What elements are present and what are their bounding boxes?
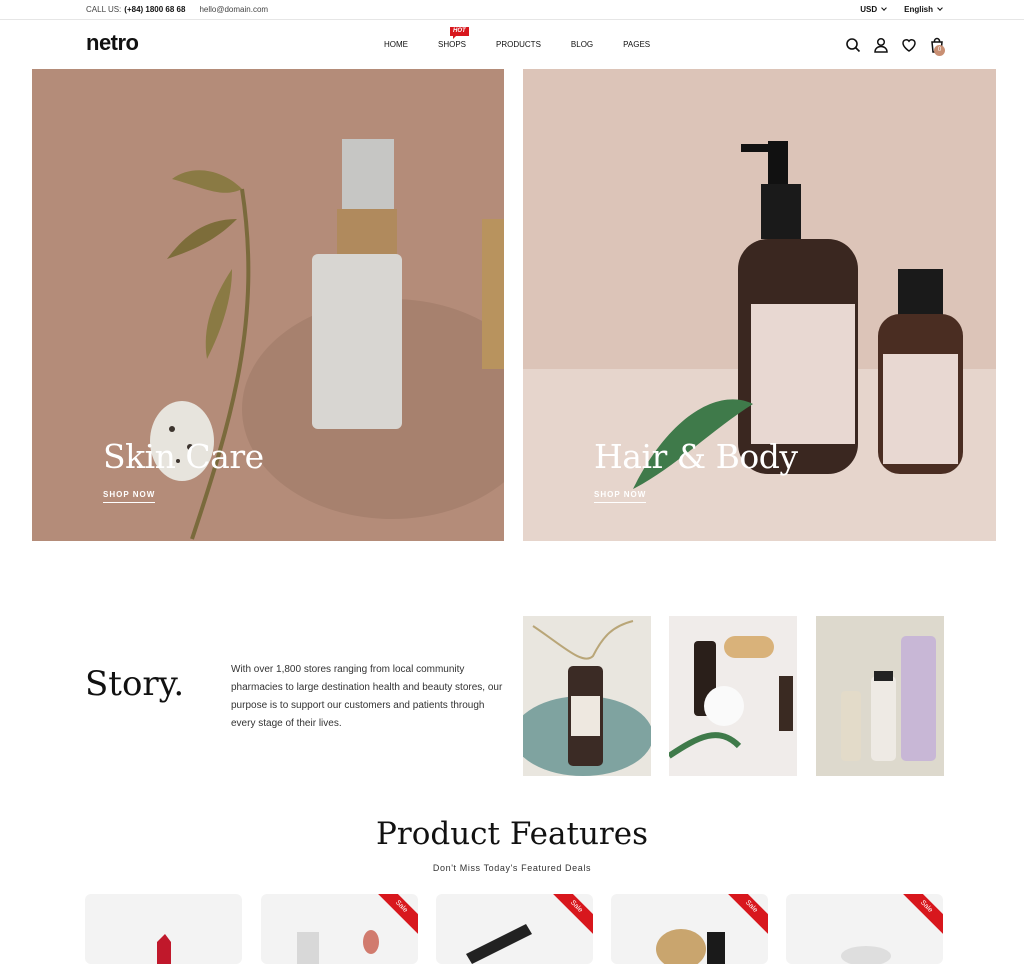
story-image-1[interactable] [523, 616, 651, 776]
nav-products[interactable]: PRODUCTS [496, 40, 541, 49]
search-icon[interactable] [845, 37, 861, 53]
currency-select[interactable]: USD [860, 5, 887, 14]
nav-blog[interactable]: BLOG [571, 40, 593, 49]
wishlist-icon[interactable] [901, 37, 917, 53]
main-nav: HOME HOT SHOPS PRODUCTS BLOG PAGES [384, 27, 650, 49]
story-title: Story. [85, 664, 185, 704]
product-card[interactable]: Sale [786, 894, 943, 964]
phone-number[interactable]: (+84) 1800 68 68 [124, 5, 185, 14]
story-image-3[interactable] [816, 616, 944, 776]
product-card[interactable]: Sale [611, 894, 768, 964]
section-subtitle: Don't Miss Today's Featured Deals [432, 863, 592, 873]
top-bar: CALL US: (+84) 1800 68 68 hello@domain.co… [0, 0, 1024, 20]
banner-title: Hair & Body [594, 437, 798, 476]
hot-badge: HOT [450, 27, 469, 39]
shop-now-link[interactable]: SHOP NOW [103, 490, 156, 503]
product-card[interactable] [85, 894, 242, 964]
nav-home[interactable]: HOME [384, 40, 408, 49]
product-photo [669, 616, 797, 776]
product-photo [816, 616, 944, 776]
product-photo [523, 616, 651, 776]
cart-count-badge: 0 [934, 45, 945, 56]
section-title: Product Features [376, 816, 648, 852]
product-photo [157, 934, 171, 964]
contact-email[interactable]: hello@domain.com [199, 5, 268, 14]
main-header: netro HOME HOT SHOPS PRODUCTS BLOG PAGES … [0, 21, 1024, 69]
shop-now-link[interactable]: SHOP NOW [594, 490, 647, 503]
contact-phone[interactable]: CALL US: (+84) 1800 68 68 [86, 5, 185, 14]
chevron-down-icon [937, 5, 943, 11]
story-text: With over 1,800 stores ranging from loca… [231, 664, 503, 729]
chevron-down-icon [881, 5, 887, 11]
product-card[interactable]: Sale [261, 894, 418, 964]
language-select[interactable]: English [904, 5, 943, 14]
banner-skin-care[interactable]: Skin Care SHOP NOW [32, 69, 504, 541]
nav-pages[interactable]: PAGES [623, 40, 650, 49]
site-logo[interactable]: netro [86, 30, 139, 56]
banner-title: Skin Care [103, 437, 264, 476]
banner-hair-body[interactable]: Hair & Body SHOP NOW [523, 69, 996, 541]
product-card[interactable]: Sale [436, 894, 593, 964]
header-icons [845, 37, 945, 53]
account-icon[interactable] [873, 37, 889, 53]
story-image-2[interactable] [669, 616, 797, 776]
nav-shops[interactable]: HOT SHOPS [438, 27, 469, 49]
